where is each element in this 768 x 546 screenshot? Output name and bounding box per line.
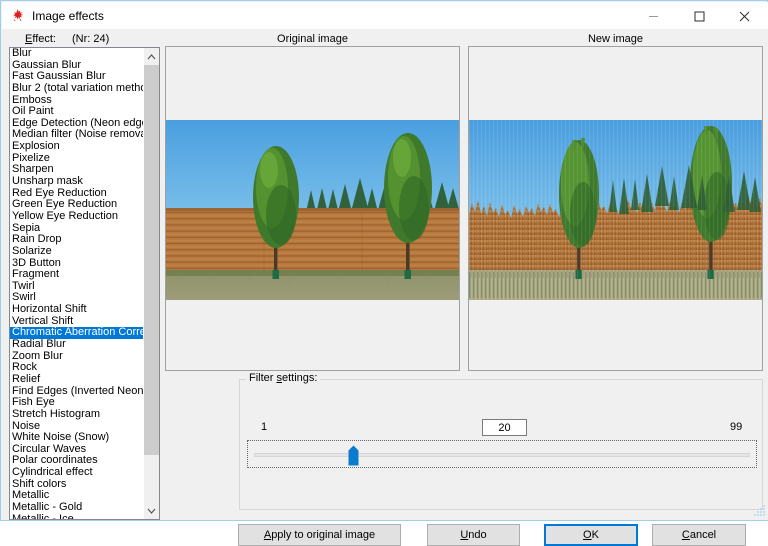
resize-grip-icon[interactable] [752, 504, 766, 518]
new-image-panel[interactable] [468, 46, 763, 371]
effects-list-item[interactable]: Rock [10, 362, 145, 374]
slider-track[interactable] [254, 453, 750, 457]
effects-list-item[interactable]: Blur [10, 48, 145, 60]
effects-list-item[interactable]: Chromatic Aberration Correction [10, 327, 145, 340]
effects-list-item[interactable]: Green Eye Reduction [10, 199, 145, 211]
effects-list-item[interactable]: Solarize [10, 246, 145, 258]
new-scene-graphic [469, 120, 762, 300]
filter-value-input[interactable] [482, 419, 527, 436]
scrollbar-thumb[interactable] [144, 65, 159, 455]
effects-list-item[interactable]: Unsharp mask [10, 176, 145, 188]
effects-list[interactable]: Blur Gaussian Blur Fast Gaussian Blur Blur … [10, 48, 145, 519]
window-title: Image effects [32, 9, 104, 23]
new-image [469, 120, 762, 300]
effect-label: Effect: [25, 33, 56, 45]
effects-list-item[interactable]: Shift colors [10, 479, 145, 491]
effects-list-item[interactable]: Relief [10, 374, 145, 386]
effects-list-item[interactable]: Radial Blur [10, 339, 145, 351]
effects-list-item[interactable]: Edge Detection (Neon edge) [10, 118, 145, 130]
filter-slider[interactable] [247, 440, 757, 468]
effects-list-item[interactable]: Pixelize [10, 153, 145, 165]
effects-list-item[interactable]: Blur 2 (total variation method) [10, 83, 145, 95]
original-image-caption: Original image [277, 33, 348, 45]
minimize-button[interactable] [631, 3, 676, 29]
effects-listbox[interactable]: Blur Gaussian Blur Fast Gaussian Blur Blur … [9, 47, 160, 520]
cancel-button[interactable]: Cancel [652, 524, 746, 546]
effects-list-item[interactable]: Sepia [10, 223, 145, 235]
effects-list-item[interactable]: Metallic - Gold [10, 502, 145, 514]
splat-icon [10, 8, 26, 24]
image-effects-window: Image effects Effect: (Nr: 24) Blur Gauss… [0, 0, 768, 546]
close-button[interactable] [722, 3, 767, 29]
effects-list-item[interactable]: Cylindrical effect [10, 467, 145, 479]
effects-list-item[interactable]: Noise [10, 421, 145, 433]
slider-min-label: 1 [261, 421, 268, 433]
new-image-caption: New image [587, 33, 644, 45]
title-bar: Image effects [2, 2, 768, 30]
effects-list-item[interactable]: Zoom Blur [10, 351, 145, 363]
effects-list-item[interactable]: Oil Paint [10, 106, 145, 118]
effects-list-item[interactable]: Twirl [10, 281, 145, 293]
effects-list-item[interactable]: Yellow Eye Reduction [10, 211, 145, 223]
effects-list-item[interactable]: Polar coordinates [10, 455, 145, 467]
effects-list-item[interactable]: 3D Button [10, 258, 145, 270]
effects-list-item[interactable]: Metallic - Ice [10, 514, 145, 519]
ok-button[interactable]: OK [544, 524, 638, 546]
slider-max-label: 99 [730, 421, 743, 433]
undo-button[interactable]: Undo [427, 524, 520, 546]
effects-list-item[interactable]: Sharpen [10, 164, 145, 176]
effects-list-item[interactable]: Circular Waves [10, 444, 145, 456]
effects-list-item[interactable]: White Noise (Snow) [10, 432, 145, 444]
effects-list-item[interactable]: Metallic [10, 490, 145, 502]
effects-list-item[interactable]: Explosion [10, 141, 145, 153]
effects-list-item[interactable]: Fast Gaussian Blur [10, 71, 145, 83]
original-image [166, 120, 459, 300]
scroll-down-icon[interactable] [144, 502, 159, 519]
effects-list-item[interactable]: Fish Eye [10, 397, 145, 409]
maximize-button[interactable] [677, 3, 722, 29]
effect-number-label: (Nr: 24) [72, 33, 110, 45]
filter-settings-title: Filter settings: [246, 372, 321, 384]
effects-list-item[interactable]: Fragment [10, 269, 145, 281]
effects-list-item[interactable]: Vertical Shift [10, 316, 145, 328]
effects-list-item[interactable]: Emboss [10, 95, 145, 107]
close-icon [739, 11, 750, 21]
dialog-client-area: Effect: (Nr: 24) Blur Gaussian Blur Fast G… [2, 29, 768, 546]
effects-list-item[interactable]: Gaussian Blur [10, 60, 145, 72]
original-scene-graphic [166, 120, 459, 300]
scroll-up-icon[interactable] [144, 48, 159, 65]
effects-list-item[interactable]: Horizontal Shift [10, 304, 145, 316]
effects-list-item[interactable]: Red Eye Reduction [10, 188, 145, 200]
apply-to-original-image-button[interactable]: Apply to original image [238, 524, 401, 546]
effects-list-scrollbar[interactable] [143, 48, 159, 519]
effects-list-item[interactable]: Median filter (Noise removal) [10, 129, 145, 141]
slider-thumb[interactable] [348, 445, 359, 466]
minimize-icon [649, 15, 658, 17]
effects-list-item[interactable]: Stretch Histogram [10, 409, 145, 421]
effects-list-item[interactable]: Swirl [10, 292, 145, 304]
effects-list-item[interactable]: Find Edges (Inverted Neon edge) [10, 386, 145, 398]
maximize-icon [694, 11, 705, 21]
effects-list-item[interactable]: Rain Drop [10, 234, 145, 246]
original-image-panel[interactable] [165, 46, 460, 371]
